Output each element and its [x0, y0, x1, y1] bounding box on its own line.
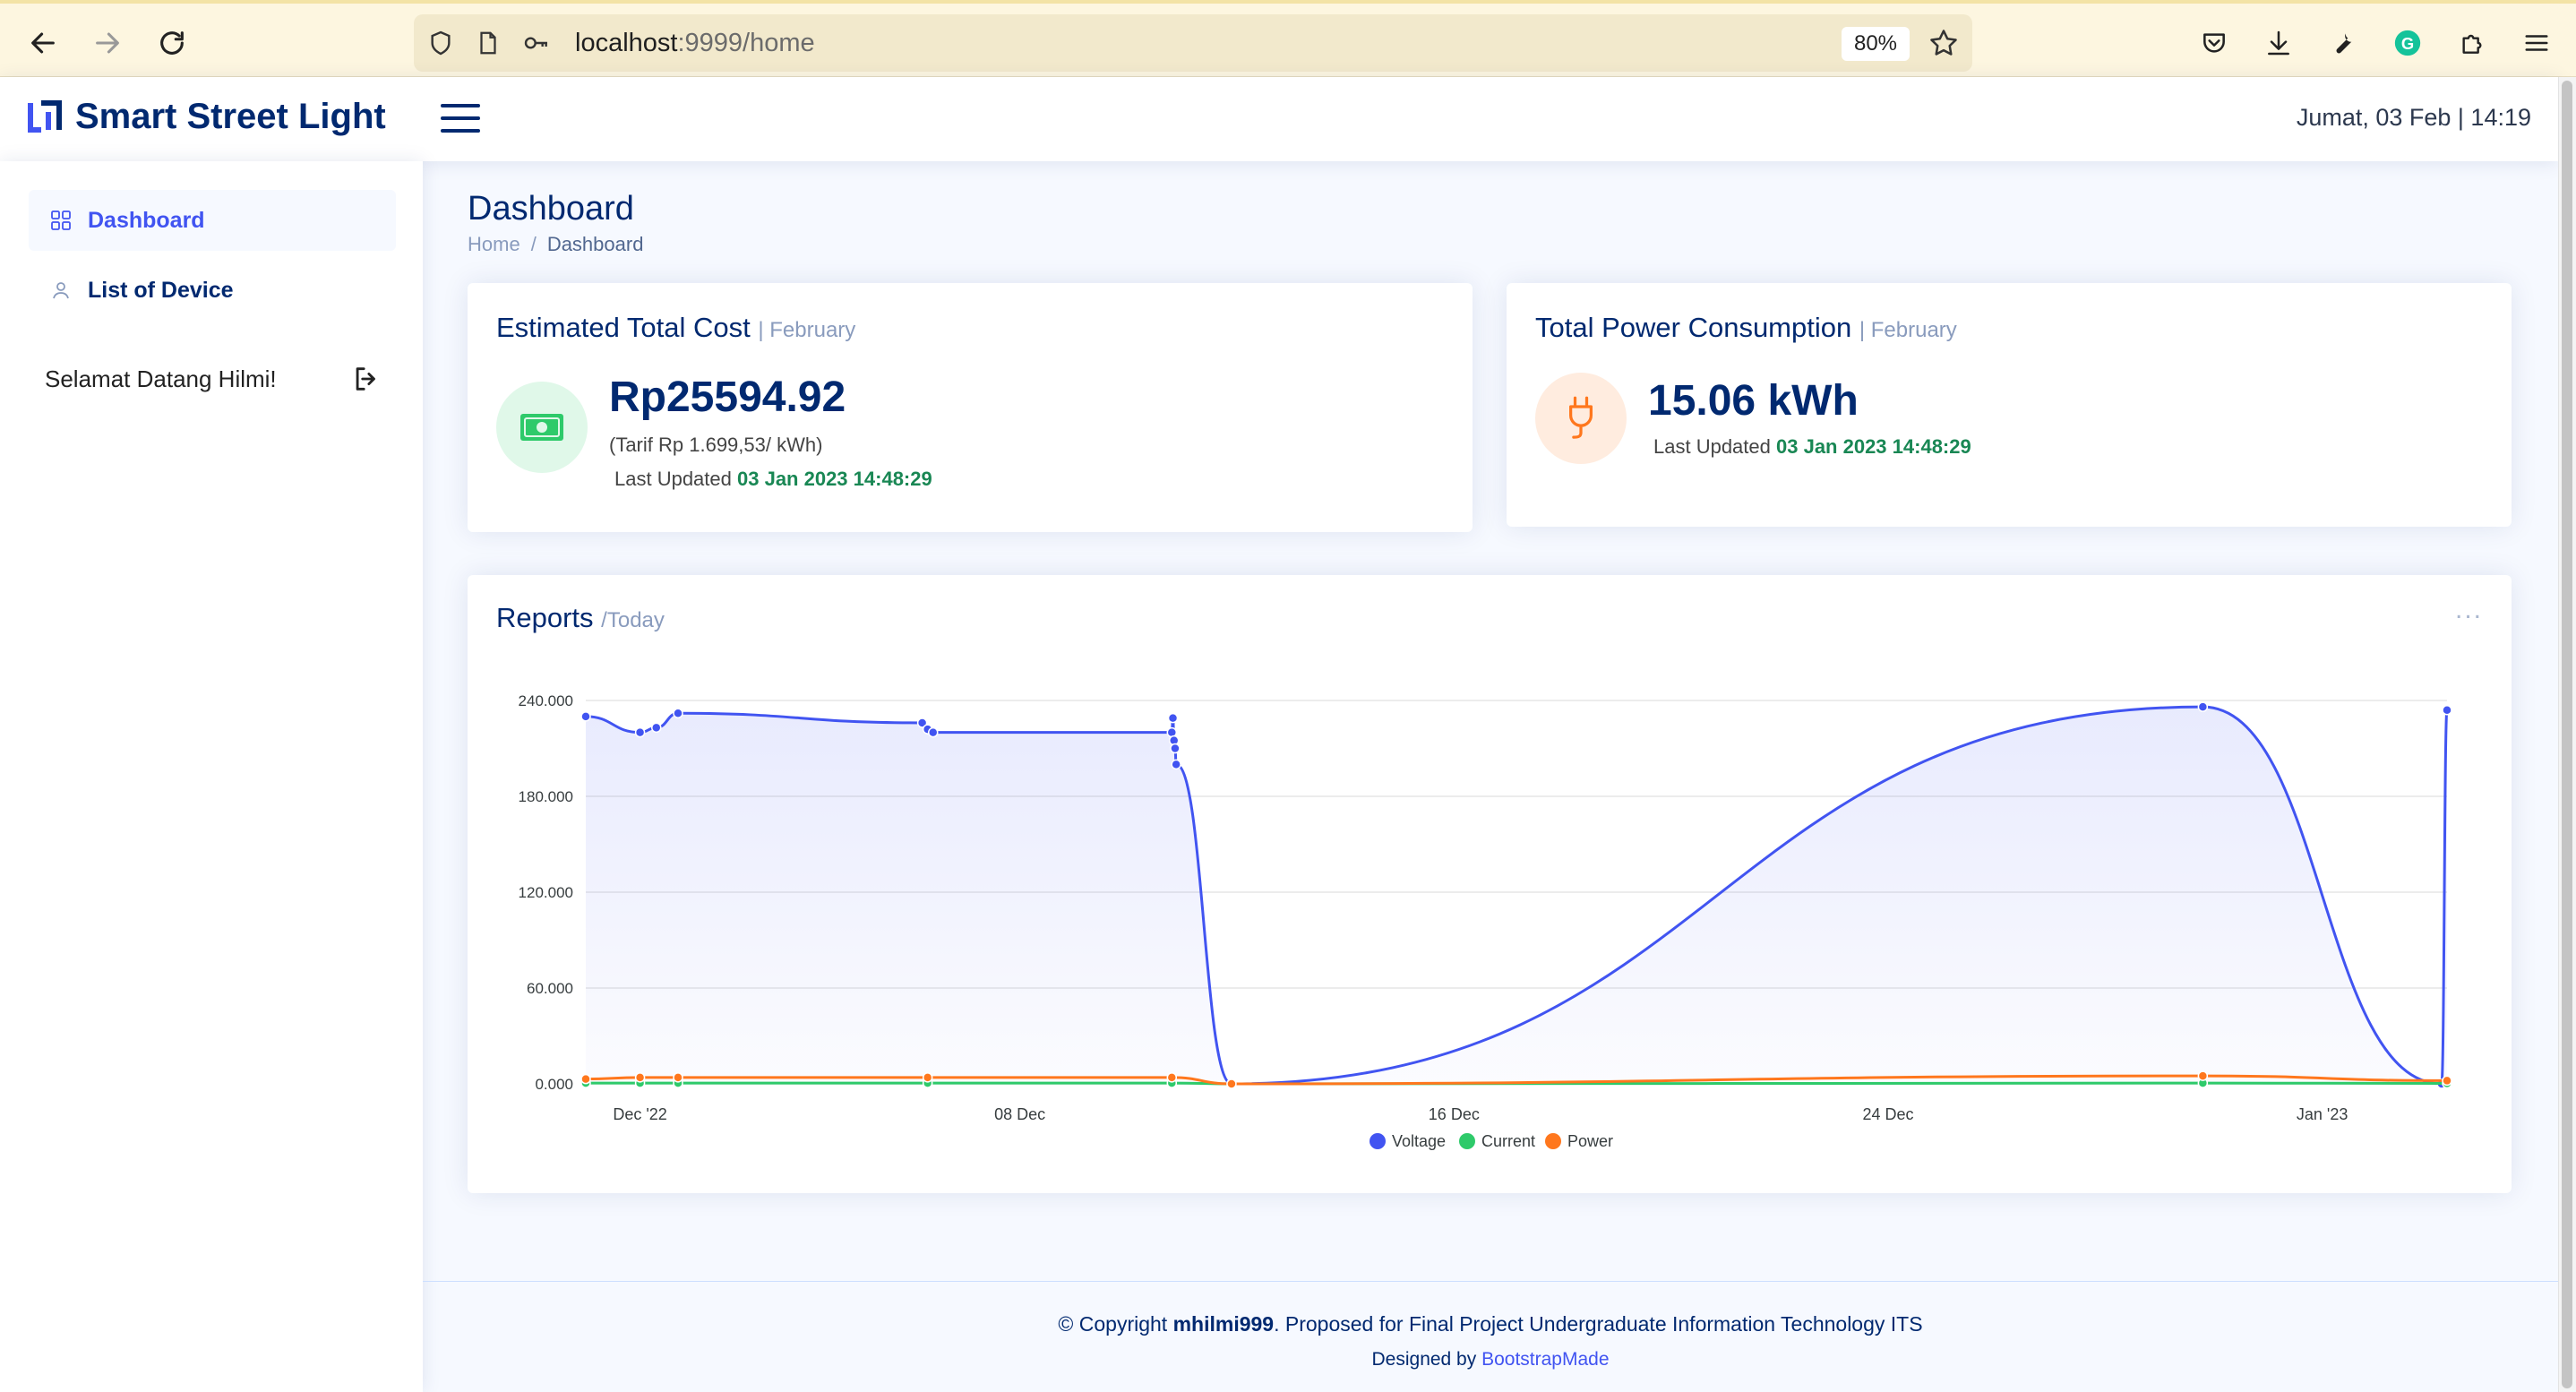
- voltage-point: [673, 708, 683, 719]
- y-tick-label: 0.000: [535, 1076, 573, 1093]
- shield-icon[interactable]: [426, 29, 455, 62]
- voltage-point: [927, 726, 939, 738]
- voltage-point: [1171, 759, 1181, 770]
- breadcrumb: Home / Dashboard: [468, 233, 643, 256]
- sidebar: Dashboard List of Device Selamat Datang …: [0, 161, 423, 1392]
- page-title: Dashboard: [468, 190, 634, 228]
- y-tick-label: 240.000: [519, 692, 573, 709]
- person-icon: [53, 282, 69, 299]
- x-tick-label: 08 Dec: [994, 1105, 1045, 1123]
- power-card-title: Total Power Consumption | February: [1535, 312, 1957, 343]
- power-last-updated: Last Updated 03 Jan 2023 14:48:29: [1653, 435, 1971, 458]
- cost-last-updated: Last Updated 03 Jan 2023 14:48:29: [614, 468, 932, 490]
- toggle-sidebar-button[interactable]: [441, 104, 480, 136]
- cost-value: Rp25594.92: [609, 374, 846, 421]
- x-tick-label: 24 Dec: [1862, 1105, 1913, 1123]
- pocket-icon[interactable]: [2196, 25, 2232, 61]
- address-bar[interactable]: localhost:9999/home 80%: [414, 14, 1972, 72]
- plug-icon: [1535, 373, 1627, 464]
- bookmark-star-icon[interactable]: [1928, 27, 1960, 64]
- voltage-point: [1167, 712, 1179, 724]
- welcome-text: Selamat Datang Hilmi!: [45, 365, 277, 392]
- power-point: [580, 1073, 591, 1085]
- breadcrumb-current: Dashboard: [546, 233, 644, 255]
- breadcrumb-separator: /: [530, 233, 537, 255]
- y-tick-label: 120.000: [519, 884, 573, 901]
- download-icon[interactable]: [2261, 25, 2297, 61]
- legend-label: Current: [1481, 1132, 1535, 1150]
- voltage-point: [651, 722, 662, 734]
- sidebar-item-label: List of Device: [88, 277, 234, 303]
- sidebar-item-dashboard[interactable]: Dashboard: [29, 190, 396, 251]
- sidebar-item-label: Dashboard: [88, 207, 205, 233]
- app-header: Smart Street Light Jumat, 03 Feb | 14:19: [0, 77, 2558, 161]
- voltage-point: [2197, 701, 2209, 712]
- wrench-icon[interactable]: [2325, 25, 2361, 61]
- designed-by: Designed by BootstrapMade: [1371, 1349, 1610, 1370]
- power-point: [673, 1072, 683, 1083]
- bootstrapmade-link[interactable]: BootstrapMade: [1481, 1349, 1609, 1370]
- extension-g-icon[interactable]: G: [2390, 25, 2426, 61]
- puzzle-icon[interactable]: [2454, 25, 2490, 61]
- legend-marker: [1370, 1133, 1386, 1149]
- legend-label: Power: [1567, 1132, 1613, 1150]
- page-icon: [475, 29, 502, 62]
- browser-toolbar: localhost:9999/home 80% G: [0, 0, 2576, 77]
- svg-text:G: G: [2401, 34, 2414, 53]
- breadcrumb-home[interactable]: Home: [468, 233, 520, 256]
- logo-icon: [28, 99, 62, 133]
- back-icon[interactable]: [23, 23, 63, 63]
- power-point: [1226, 1078, 1237, 1089]
- header-datetime: Jumat, 03 Feb | 14:19: [2296, 104, 2531, 131]
- reload-icon[interactable]: [152, 23, 192, 63]
- key-icon[interactable]: [521, 29, 552, 62]
- power-value: 15.06 kWh: [1648, 377, 1859, 425]
- footer: © Copyright mhilmi999. Proposed for Fina…: [423, 1281, 2558, 1392]
- cost-card: Estimated Total Cost | February Rp25594.…: [468, 283, 1473, 532]
- y-tick-label: 60.000: [527, 980, 573, 997]
- logo-text: Smart Street Light: [75, 97, 386, 136]
- cost-card-title: Estimated Total Cost | February: [496, 312, 856, 343]
- power-card: Total Power Consumption | February 15.06…: [1507, 283, 2512, 527]
- main-content: Dashboard Home / Dashboard Estimated Tot…: [423, 161, 2558, 1392]
- power-point: [922, 1072, 933, 1083]
- logout-icon[interactable]: [351, 364, 382, 394]
- scrollbar-thumb[interactable]: [2562, 81, 2572, 1388]
- cash-icon: [496, 382, 588, 473]
- voltage-point: [634, 726, 646, 738]
- zoom-level[interactable]: 80%: [1842, 27, 1910, 61]
- grid-icon: [51, 211, 71, 230]
- copyright-text: © Copyright mhilmi999. Proposed for Fina…: [1058, 1312, 1923, 1336]
- menu-icon[interactable]: [2519, 25, 2555, 61]
- power-point: [1166, 1072, 1178, 1083]
- x-tick-label: 16 Dec: [1429, 1105, 1480, 1123]
- voltage-point: [580, 711, 591, 722]
- legend-marker: [1459, 1133, 1475, 1149]
- reports-card: Reports /Today ... 240.000 180.000 120.000…: [468, 575, 2512, 1193]
- power-point: [2197, 1070, 2209, 1081]
- y-tick-label: 180.000: [519, 788, 573, 805]
- sidebar-item-list-of-device[interactable]: List of Device: [29, 260, 396, 321]
- voltage-point: [2442, 704, 2452, 716]
- power-point: [2442, 1075, 2452, 1087]
- logo[interactable]: Smart Street Light: [27, 97, 386, 137]
- voltage-point: [1170, 743, 1181, 754]
- legend-label: Voltage: [1392, 1132, 1446, 1150]
- power-point: [634, 1072, 646, 1083]
- x-tick-label: Dec '22: [613, 1105, 666, 1123]
- x-tick-label: Jan '23: [2297, 1105, 2348, 1123]
- reports-chart: 240.000 180.000 120.000 60.000 0.000 Dec '22 0…: [519, 692, 2452, 1150]
- forward-icon[interactable]: [88, 23, 127, 63]
- url-text[interactable]: localhost:9999/home: [575, 29, 815, 58]
- tariff-text: (Tarif Rp 1.699,53/ kWh): [609, 434, 823, 456]
- legend-marker: [1545, 1133, 1561, 1149]
